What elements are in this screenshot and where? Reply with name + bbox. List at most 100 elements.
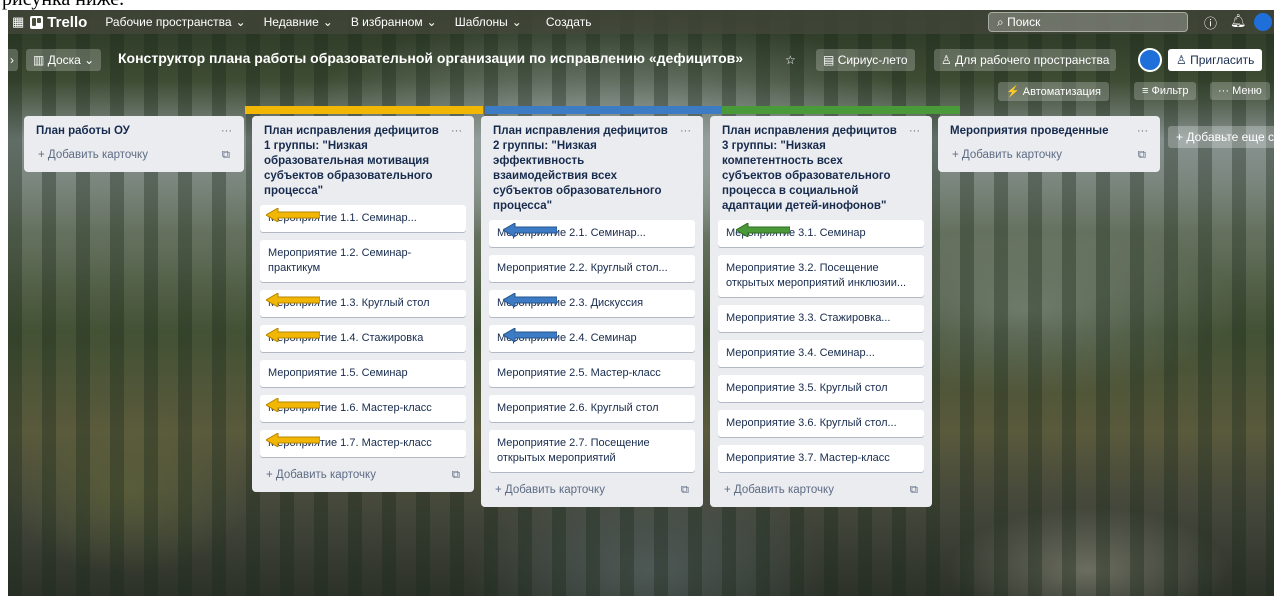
plus-icon: + <box>495 484 502 496</box>
template-icon[interactable]: ⧉ <box>452 469 460 482</box>
add-card-button[interactable]: + Добавить карточку ⧉ <box>489 480 695 501</box>
more-icon[interactable]: ··· <box>221 124 232 139</box>
yellow-arrow-icon <box>266 208 320 222</box>
green-arrow-icon <box>736 223 790 237</box>
list-title[interactable]: План исправления дефицитов 1 группы: "Ни… <box>264 124 445 199</box>
blue-stripe <box>485 106 723 114</box>
filter-button[interactable]: ≡ Фильтр <box>1134 82 1197 100</box>
add-card-button[interactable]: + Добавить карточку ⧉ <box>718 480 924 501</box>
card[interactable]: Мероприятие 2.5. Мастер-класс <box>489 360 695 387</box>
list-plan-ou: План работы ОУ ··· + Добавить карточку ⧉ <box>24 116 244 172</box>
more-icon: ··· <box>1218 85 1229 97</box>
add-list-button[interactable]: + Добавьте еще список <box>1168 126 1274 148</box>
list-title[interactable]: Мероприятия проведенные <box>950 124 1109 139</box>
list-title[interactable]: План исправления дефицитов 3 группы: "Ни… <box>722 124 903 214</box>
board-background: ▦ Trello Рабочие пространства ⌄ Недавние ⌄… <box>8 10 1274 596</box>
card[interactable]: Мероприятие 3.5. Круглый стол <box>718 375 924 402</box>
sidebar-toggle-button[interactable]: › <box>8 49 18 71</box>
board-title[interactable]: Конструктор плана работы образовательной… <box>118 50 743 66</box>
card[interactable]: Мероприятие 2.2. Круглый стол... <box>489 255 695 282</box>
board-view-icon: ▥ <box>33 53 45 67</box>
board-view-button[interactable]: ▥ Доска ⌄ <box>26 49 102 71</box>
blue-arrow-icon <box>503 223 557 237</box>
card[interactable]: Мероприятие 1.4. Стажировка <box>260 325 466 352</box>
invite-button[interactable]: ♙ Пригласить <box>1168 49 1263 71</box>
workspace-button[interactable]: ▤ Сириус-лето <box>816 49 915 71</box>
nav-workspaces[interactable]: Рабочие пространства ⌄ <box>105 15 245 29</box>
card[interactable]: Мероприятие 1.3. Круглый стол <box>260 290 466 317</box>
template-icon[interactable]: ⧉ <box>910 484 918 497</box>
list-title[interactable]: План работы ОУ <box>36 124 130 139</box>
trello-logo[interactable]: Trello <box>30 14 87 31</box>
card[interactable]: Мероприятие 1.6. Мастер-класс <box>260 395 466 422</box>
card[interactable]: Мероприятие 2.3. Дискуссия <box>489 290 695 317</box>
create-button[interactable]: Создать <box>546 15 592 29</box>
card[interactable]: Мероприятие 3.1. Семинар <box>718 220 924 247</box>
lightning-icon: ⚡ <box>1006 86 1020 98</box>
search-icon: ⌕ <box>997 15 1004 29</box>
cut-text: рисунка ниже. <box>2 0 124 10</box>
nav-recent[interactable]: Недавние ⌄ <box>264 15 333 29</box>
add-card-button[interactable]: + Добавить карточку ⧉ <box>32 145 236 166</box>
card[interactable]: Мероприятие 3.3. Стажировка... <box>718 305 924 332</box>
card[interactable]: Мероприятие 3.7. Мастер-класс <box>718 445 924 472</box>
add-card-button[interactable]: + Добавить карточку ⧉ <box>946 145 1152 166</box>
user-avatar[interactable] <box>1254 13 1272 31</box>
top-nav: ▦ Trello Рабочие пространства ⌄ Недавние ⌄… <box>8 10 1274 34</box>
star-icon[interactable]: ☆ <box>778 49 803 71</box>
card[interactable]: Мероприятие 1.7. Мастер-класс <box>260 430 466 457</box>
green-stripe <box>722 106 960 114</box>
template-icon[interactable]: ⧉ <box>1138 149 1146 162</box>
workspace-icon: ▤ <box>823 53 835 67</box>
chevron-down-icon: ⌄ <box>322 15 333 29</box>
card[interactable]: Мероприятие 2.4. Семинар <box>489 325 695 352</box>
automation-button[interactable]: ⚡ Автоматизация <box>998 82 1109 101</box>
add-card-button[interactable]: + Добавить карточку ⧉ <box>260 465 466 486</box>
card[interactable]: Мероприятие 2.1. Семинар... <box>489 220 695 247</box>
search-input[interactable]: ⌕ Поиск <box>988 12 1188 32</box>
more-icon[interactable]: ··· <box>680 124 691 214</box>
card[interactable]: Мероприятие 3.6. Круглый стол... <box>718 410 924 437</box>
nav-starred[interactable]: В избранном ⌄ <box>351 15 437 29</box>
template-icon[interactable]: ⧉ <box>222 149 230 162</box>
plus-icon: + <box>38 149 45 161</box>
card[interactable]: Мероприятие 1.1. Семинар... <box>260 205 466 232</box>
chevron-down-icon: ⌄ <box>426 15 437 29</box>
add-person-icon: ♙ <box>1176 53 1187 67</box>
nav-templates[interactable]: Шаблоны ⌄ <box>455 15 522 29</box>
more-icon[interactable]: ··· <box>909 124 920 214</box>
plus-icon: + <box>724 484 731 496</box>
member-avatar[interactable] <box>1138 48 1162 72</box>
card[interactable]: Мероприятие 1.2. Семинар-практикум <box>260 240 466 282</box>
plus-icon: + <box>952 149 959 161</box>
filter-icon: ≡ <box>1142 85 1149 97</box>
card[interactable]: Мероприятие 1.5. Семинар <box>260 360 466 387</box>
info-icon[interactable]: ⓘ <box>1204 13 1217 32</box>
plus-icon: + <box>266 469 273 481</box>
list-group-3: План исправления дефицитов 3 группы: "Ни… <box>710 116 932 507</box>
more-icon[interactable]: ··· <box>451 124 462 199</box>
card[interactable]: Мероприятие 2.7. Посещение открытых меро… <box>489 430 695 472</box>
menu-button[interactable]: ··· Меню <box>1210 82 1270 100</box>
yellow-arrow-icon <box>266 398 320 412</box>
visibility-button[interactable]: ♙ Для рабочего пространства <box>934 49 1117 71</box>
card[interactable]: Мероприятие 3.2. Посещение открытых меро… <box>718 255 924 297</box>
yellow-arrow-icon <box>266 433 320 447</box>
more-icon[interactable]: ··· <box>1137 124 1148 139</box>
list-title[interactable]: План исправления дефицитов 2 группы: "Ни… <box>493 124 674 214</box>
card[interactable]: Мероприятие 2.6. Круглый стол <box>489 395 695 422</box>
list-group-2: План исправления дефицитов 2 группы: "Ни… <box>481 116 703 507</box>
chevron-down-icon: ⌄ <box>235 15 246 29</box>
plus-icon: + <box>1176 130 1184 144</box>
people-icon: ♙ <box>941 53 952 67</box>
bell-icon[interactable]: 🔔︎ <box>1230 13 1247 29</box>
list-group-1: План исправления дефицитов 1 группы: "Ни… <box>252 116 474 492</box>
document-fragment: рисунка ниже. <box>0 0 1274 10</box>
blue-arrow-icon <box>503 328 557 342</box>
yellow-stripe <box>245 106 483 114</box>
card[interactable]: Мероприятие 3.4. Семинар... <box>718 340 924 367</box>
template-icon[interactable]: ⧉ <box>681 484 689 497</box>
trello-logo-icon <box>30 15 44 29</box>
chevron-down-icon: ⌄ <box>511 15 522 29</box>
apps-grid-icon[interactable]: ▦ <box>12 14 24 30</box>
